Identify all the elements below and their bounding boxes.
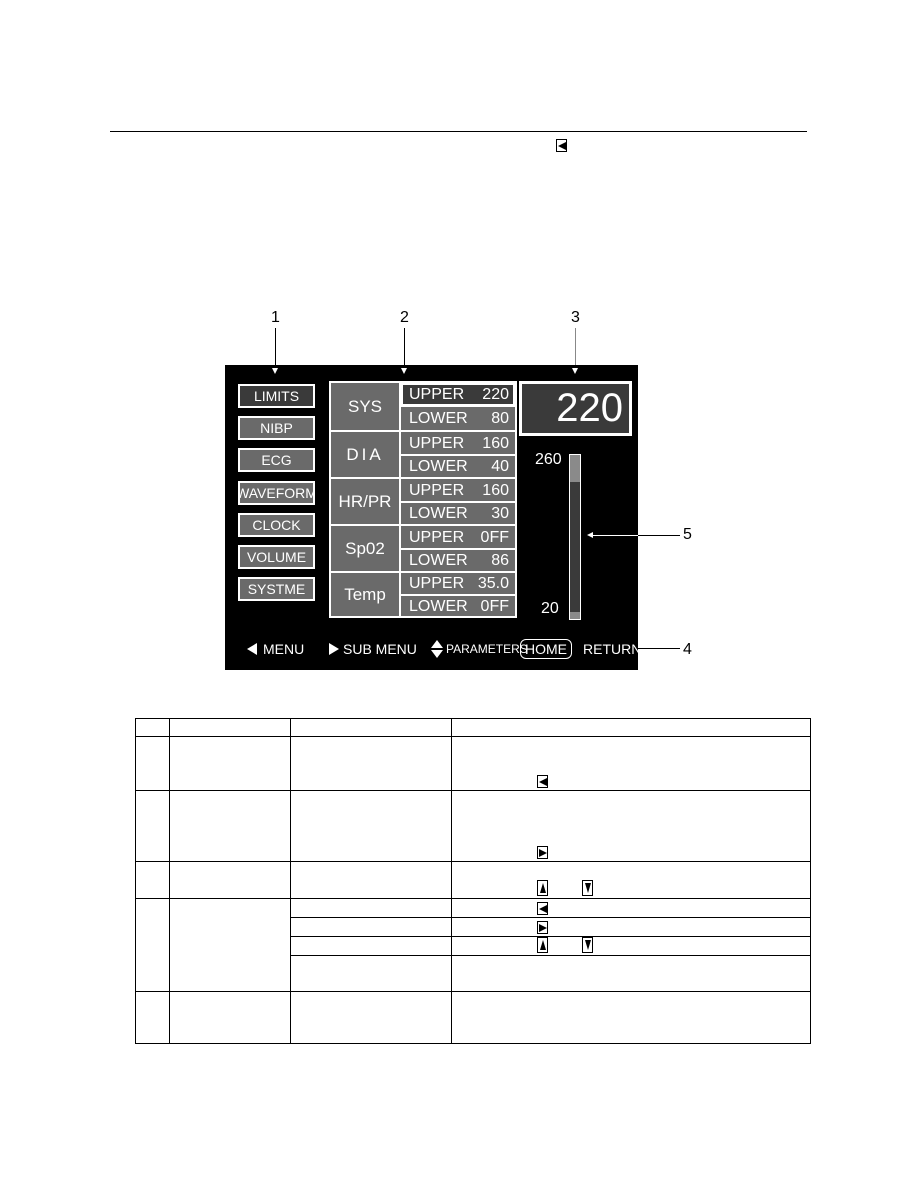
limit-label: LOWER (409, 551, 468, 569)
limit-label: LOWER (409, 504, 468, 522)
menu-ecg[interactable]: ECG (238, 448, 315, 472)
header-cell (168, 718, 291, 737)
limit-label: UPPER (409, 385, 465, 403)
limit-value: 40 (491, 457, 509, 475)
limit-label: LOWER (409, 409, 468, 427)
up-down-triangles-icon (431, 640, 443, 658)
current-value-display: 220 (519, 381, 632, 436)
limit-value: 30 (491, 504, 509, 522)
dia-lower[interactable]: LOWER 40 (401, 455, 515, 478)
slider-min-label: 20 (541, 600, 559, 617)
spo2-lower[interactable]: LOWER 86 (401, 549, 515, 572)
sys-upper[interactable]: UPPER 220 (401, 383, 515, 406)
table-header-row (135, 718, 811, 737)
device-screen: LIMITS NIBP ECG WAVEFORM CLOCK VOLUME SY… (225, 365, 689, 670)
menu-waveform[interactable]: WAVEFORM (238, 481, 315, 505)
param-sys: SYS (331, 383, 401, 430)
limit-value: 80 (491, 409, 509, 427)
nav-sub-menu[interactable]: SUB MENU (329, 637, 417, 661)
limit-value: 86 (491, 551, 509, 569)
header-cell (289, 718, 453, 737)
temp-lower[interactable]: LOWER 0FF (401, 595, 515, 618)
limit-value: 160 (482, 481, 509, 499)
table-row (135, 991, 811, 1044)
callout-2-line (404, 328, 405, 368)
table-row (135, 790, 811, 862)
callout-3-arrowhead (572, 368, 578, 374)
description-table (135, 718, 811, 1044)
nav-return-label: RETURN (583, 641, 642, 657)
temp-upper[interactable]: UPPER 35.0 (401, 572, 515, 595)
nav-home[interactable]: HOME (520, 637, 572, 661)
home-button[interactable]: HOME (520, 639, 572, 659)
limit-value: 160 (482, 434, 509, 452)
param-dia: DIA (331, 432, 401, 477)
callout-2-arrowhead (401, 368, 407, 374)
nav-sub-menu-label: SUB MENU (343, 641, 417, 657)
callout-3: 3 (571, 309, 580, 326)
limit-value: 220 (482, 385, 509, 403)
nav-parameters-label: PARAMETERS (446, 642, 528, 656)
limit-label: UPPER (409, 434, 465, 452)
callout-5: 5 (683, 526, 692, 543)
hr-lower[interactable]: LOWER 30 (401, 502, 515, 525)
nav-menu[interactable]: MENU (247, 637, 304, 661)
spo2-upper[interactable]: UPPER 0FF (401, 526, 515, 549)
down-arrow-key-icon (582, 880, 594, 896)
nav-return[interactable]: RETURN (583, 637, 641, 661)
left-triangle-icon (247, 643, 257, 655)
callout-3-line (575, 328, 576, 368)
header-cell (135, 718, 170, 737)
limit-label: UPPER (409, 574, 465, 592)
callout-4: 4 (683, 641, 692, 658)
callout-5-line-outer (638, 535, 680, 536)
up-arrow-key-icon (537, 937, 549, 953)
up-arrow-key-icon (537, 880, 549, 896)
limits-grid: SYS UPPER 220 LOWER 80 DIA UPPER 160 LOW… (329, 381, 517, 618)
right-arrow-key-icon (537, 846, 549, 859)
dia-upper[interactable]: UPPER 160 (401, 432, 515, 455)
header-rule (110, 131, 807, 132)
slider-max-label: 260 (535, 451, 562, 468)
param-spo2: Sp02 (331, 526, 401, 571)
down-arrow-key-icon (582, 937, 594, 953)
limit-value: 0FF (480, 597, 509, 615)
callout-5-arrowhead (587, 532, 593, 538)
value-slider[interactable] (569, 454, 581, 620)
limit-label: LOWER (409, 597, 468, 615)
left-arrow-key-icon (556, 139, 567, 152)
callout-1: 1 (271, 309, 280, 326)
menu-system[interactable]: SYSTME (238, 577, 315, 601)
slider-thumb[interactable] (570, 482, 580, 613)
limit-value: 0FF (480, 528, 509, 546)
param-hr-pr: HR/PR (331, 479, 401, 524)
menu-clock[interactable]: CLOCK (238, 513, 315, 537)
right-triangle-icon (329, 643, 339, 655)
nav-menu-label: MENU (263, 641, 305, 657)
limit-label: LOWER (409, 457, 468, 475)
header-cell (451, 718, 811, 737)
menu-limits[interactable]: LIMITS (238, 384, 315, 408)
hr-upper[interactable]: UPPER 160 (401, 479, 515, 502)
menu-volume[interactable]: VOLUME (238, 545, 315, 569)
right-arrow-key-icon (537, 921, 549, 934)
limit-label: UPPER (409, 481, 465, 499)
left-arrow-key-icon (537, 775, 549, 788)
nav-parameters[interactable]: PARAMETERS (431, 637, 528, 661)
limit-value: 35.0 (477, 574, 509, 592)
callout-1-arrowhead (272, 368, 278, 374)
callout-1-line (275, 328, 276, 368)
navigation-bar: MENU SUB MENU PARAMETERS HOME RETURN (225, 637, 641, 661)
menu-nibp[interactable]: NIBP (238, 416, 315, 440)
left-arrow-key-icon (537, 902, 549, 915)
param-temp: Temp (331, 573, 401, 616)
table-row (135, 736, 811, 791)
callout-4-line (638, 648, 680, 649)
sys-lower[interactable]: LOWER 80 (401, 407, 515, 430)
table-row (135, 898, 811, 992)
table-row (135, 861, 811, 899)
limit-label: UPPER (409, 528, 465, 546)
callout-2: 2 (400, 309, 409, 326)
